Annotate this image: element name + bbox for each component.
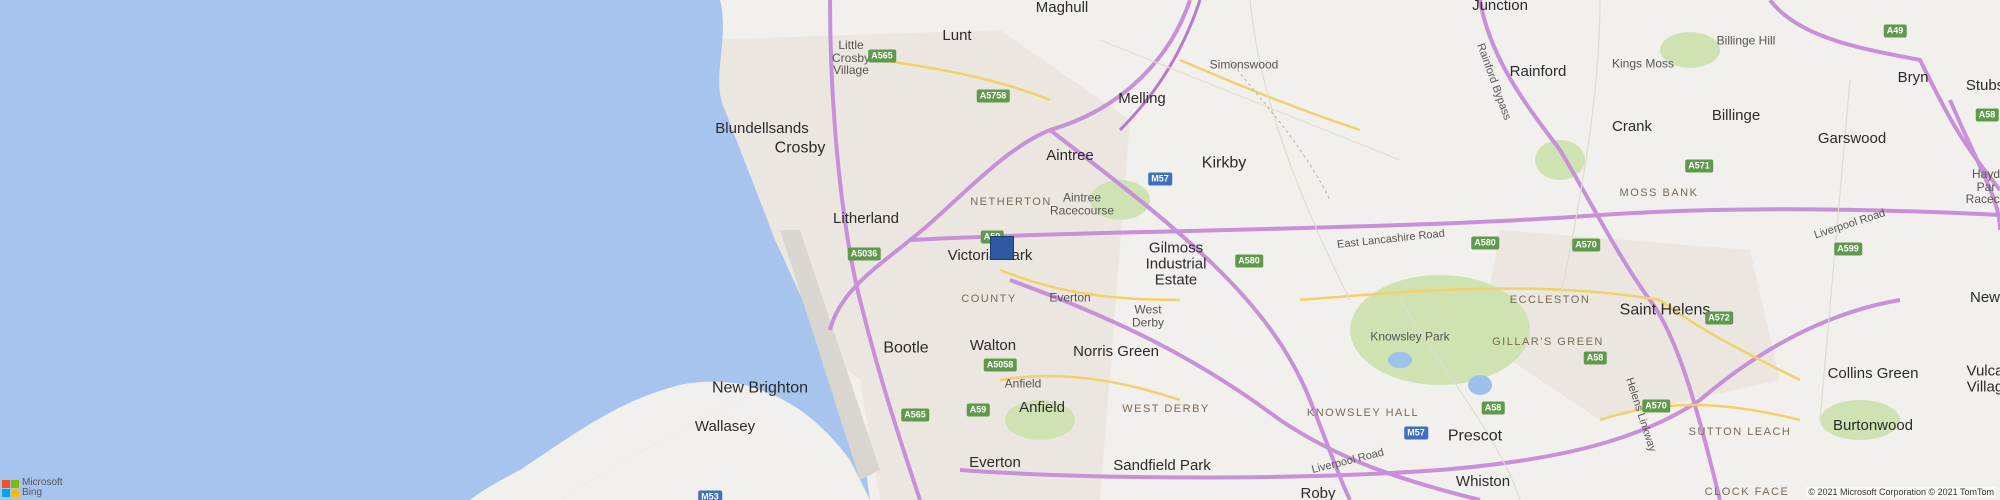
place-label-crank: Crank (1611, 118, 1653, 136)
place-label-newton: New (1969, 289, 2000, 307)
place-label-junction: Junction (1472, 0, 1528, 15)
place-label-billinge: Billinge (1711, 107, 1761, 125)
road-shield-a565-n: A565 (868, 49, 896, 63)
place-label-crosby: Crosby (774, 139, 826, 157)
road-shield-a59-s: A59 (966, 403, 990, 417)
place-label-county: COUNTY (961, 293, 1017, 306)
place-label-billinge-hill: Billinge Hill (1716, 33, 1776, 48)
place-label-blundellsands: Blundellsands (715, 120, 809, 138)
place-label-gilmoss: Gilmoss Industrial Estate (1145, 239, 1207, 288)
road-shield-m53: M53 (698, 490, 722, 500)
road-shield-a599: A599 (1834, 242, 1862, 256)
place-label-norris-green: Norris Green (1073, 343, 1159, 361)
road-shield-a565-s: A565 (901, 408, 929, 422)
place-label-bootle: Bootle (883, 339, 929, 357)
place-label-roby: Roby (1300, 485, 1336, 500)
place-label-clock-face: CLOCK FACE (1704, 486, 1790, 499)
place-label-bryn: Bryn (1897, 69, 1929, 87)
place-label-new-brighton: New Brighton (711, 379, 809, 397)
place-label-gillars-green: GILLAR'S GREEN (1492, 336, 1604, 349)
road-shield-m57-s: M57 (1404, 426, 1428, 440)
microsoft-logo-icon (2, 479, 19, 497)
place-label-litherland: Litherland (833, 210, 899, 228)
place-label-whiston: Whiston (1455, 473, 1511, 491)
place-label-burtonwood: Burtonwood (1832, 417, 1914, 435)
place-label-lunt: Lunt (942, 27, 972, 45)
bing-logo-text: Microsoft Bing (22, 477, 63, 498)
road-shield-a580-e: A580 (1471, 236, 1499, 250)
road-shield-a571: A571 (1685, 159, 1713, 173)
road-shield-a58-m: A58 (1583, 351, 1607, 365)
place-label-west-derby: WEST DERBY (1122, 403, 1210, 416)
place-label-aintree: Aintree (1046, 147, 1094, 165)
place-label-sandfield-park: Sandfield Park (1113, 457, 1211, 475)
road-shield-a580-w: A580 (1235, 254, 1263, 268)
place-label-anfield: Anfield (1019, 399, 1065, 417)
place-label-wallasey: Wallasey (694, 418, 756, 436)
map-copyright: © 2021 Microsoft Corporation © 2021 TomT… (1806, 487, 1996, 497)
road-shield-a570-n: A570 (1572, 238, 1600, 252)
place-label-everton-n: Everton (1049, 290, 1091, 305)
place-label-haydock: Hayd Par Raceco (1965, 167, 2000, 207)
place-label-everton-s: Everton (969, 454, 1021, 472)
place-label-collins-green: Collins Green (1827, 365, 1919, 383)
place-label-garswood: Garswood (1817, 130, 1887, 148)
place-label-walton: Walton (969, 337, 1017, 355)
place-label-little-crosby: Little Crosby Village (831, 38, 871, 78)
place-label-kirkby: Kirkby (1201, 154, 1247, 172)
place-label-saint-helens: Saint Helens (1619, 301, 1711, 319)
place-label-netherton: NETHERTON (970, 196, 1052, 209)
place-label-sutton-leach: SUTTON LEACH (1688, 426, 1792, 439)
road-shield-m57-n: M57 (1148, 172, 1172, 186)
place-label-prescot: Prescot (1447, 427, 1503, 445)
road-shield-a5758: A5758 (976, 89, 1010, 103)
place-label-melling: Melling (1118, 90, 1166, 108)
place-label-stubs: Stubs (1965, 77, 2000, 95)
place-label-vulcan: Vulca Villag (1966, 362, 2000, 395)
place-label-anfield-small: Anfield (1004, 376, 1042, 391)
road-shield-a5036: A5036 (847, 247, 881, 261)
place-label-eccleston: ECCLESTON (1509, 294, 1591, 307)
bing-logo: Microsoft Bing (2, 478, 63, 498)
place-label-rainford: Rainford (1509, 63, 1567, 81)
place-label-aintree-racecourse: Aintree Racecourse (1049, 190, 1115, 217)
place-label-maghull: Maghull (1035, 0, 1089, 17)
road-shield-a58-ne: A58 (1975, 108, 1999, 122)
location-pin-marker[interactable] (990, 236, 1014, 260)
road-shield-a570-s: A570 (1642, 399, 1670, 413)
place-label-simonswood: Simonswood (1209, 57, 1279, 72)
road-shield-a572: A572 (1705, 311, 1733, 325)
place-label-knowsley-park: Knowsley Park (1370, 329, 1450, 344)
place-label-knowsley-hall: KNOWSLEY HALL (1306, 407, 1420, 420)
map-canvas[interactable]: Maghull Junction Lunt Little Crosby Village… (0, 0, 2000, 500)
place-label-moss-bank: MOSS BANK (1619, 187, 1699, 200)
road-shield-a5058: A5058 (983, 358, 1017, 372)
place-label-west-derby-small: West Derby (1131, 302, 1165, 329)
road-shield-a49: A49 (1883, 24, 1907, 38)
road-shield-a58-s: A58 (1481, 401, 1505, 415)
place-label-kings-moss: Kings Moss (1611, 56, 1675, 71)
